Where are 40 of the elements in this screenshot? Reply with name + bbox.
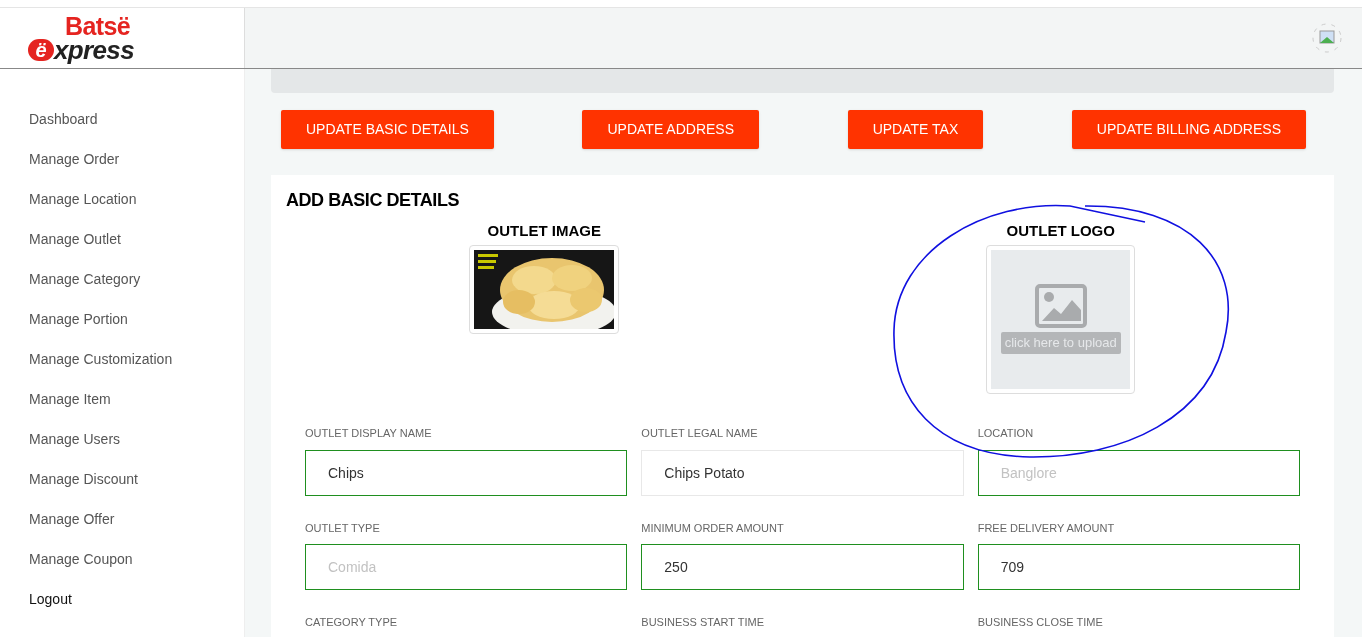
sidebar-item[interactable]: Manage Coupon	[29, 549, 133, 569]
broken-image-icon[interactable]	[1312, 23, 1342, 53]
sidebar-item[interactable]: Manage Outlet	[29, 229, 121, 249]
input-field[interactable]: Comida	[305, 544, 628, 590]
logo-text: xpress	[54, 36, 134, 63]
field-label: OUTLET DISPLAY NAME	[305, 426, 433, 441]
field-label: BUSINESS CLOSE TIME	[977, 615, 1103, 630]
input-field[interactable]: Chips	[305, 449, 628, 496]
field-label: OUTLET LEGAL NAME	[641, 426, 759, 441]
input-field[interactable]: 250	[641, 544, 964, 590]
sidebar-item[interactable]: Manage Portion	[29, 309, 128, 329]
sidebar-item[interactable]: Manage Users	[29, 429, 121, 449]
sidebar-item[interactable]: Manage Order	[29, 149, 120, 169]
input-field[interactable]: 709	[977, 544, 1300, 590]
input-field[interactable]: Banglore	[977, 449, 1300, 496]
sidebar-item[interactable]: Manage Discount	[29, 469, 138, 489]
sidebar-item[interactable]: Logout	[29, 589, 72, 609]
update-button[interactable]: UPDATE TAX	[847, 110, 984, 149]
image-label: OUTLET IMAGE	[487, 221, 601, 241]
sidebar-item[interactable]: Manage Location	[29, 189, 137, 209]
field-label: OUTLET TYPE	[305, 520, 381, 536]
update-button[interactable]: UPDATE BASIC DETAILS	[281, 110, 494, 149]
sidebar-item[interactable]: Manage Customization	[29, 349, 173, 369]
logo-badge: ë	[28, 38, 54, 61]
sidebar-item[interactable]: Manage Category	[29, 269, 141, 289]
field-label: CATEGORY TYPE	[305, 615, 398, 630]
input-field[interactable]: Chips Potato	[641, 449, 964, 496]
field-label: BUSINESS START TIME	[641, 615, 764, 630]
sidebar-item[interactable]: Manage Offer	[29, 509, 115, 529]
update-button[interactable]: UPDATE BILLING ADDRESS	[1071, 110, 1306, 149]
sidebar-item[interactable]: Manage Item	[29, 389, 111, 409]
image-label: OUTLET LOGO	[1006, 221, 1115, 241]
logo-text: Batsë	[65, 13, 130, 39]
field-label: FREE DELIVERY AMOUNT	[977, 520, 1116, 536]
update-button[interactable]: UPDATE ADDRESS	[582, 110, 760, 149]
field-label: MINIMUM ORDER AMOUNT	[641, 520, 785, 536]
image-icon	[1034, 284, 1087, 329]
sidebar-item[interactable]: Dashboard	[29, 109, 98, 129]
card-title: ADD BASIC DETAILS	[286, 189, 461, 212]
field-label: LOCATION	[977, 426, 1035, 441]
